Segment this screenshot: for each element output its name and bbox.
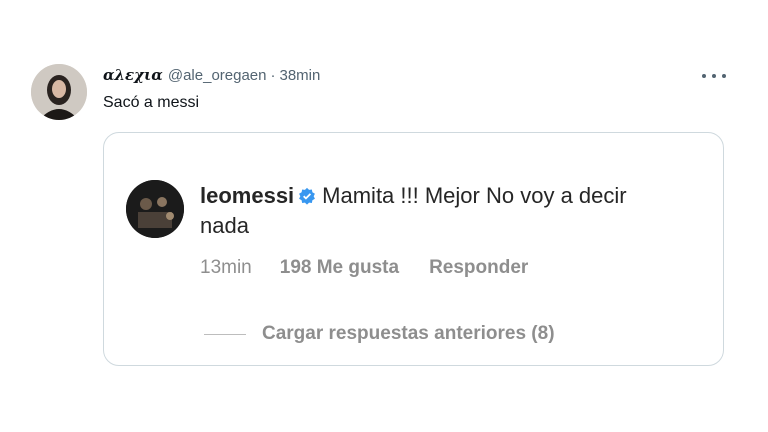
comment-meta: 13min 198 Me gusta Responder: [200, 257, 528, 279]
separator-dot: ·: [270, 67, 276, 84]
tweet: αλεχια @ale_oregaen · 38min Sacó a messi…: [0, 0, 768, 432]
divider-line: [204, 333, 246, 335]
display-name[interactable]: αλεχια: [103, 66, 163, 84]
comment-username[interactable]: leomessi: [200, 183, 294, 208]
commenter-avatar: [126, 180, 184, 238]
load-previous-replies[interactable]: Cargar respuestas anteriores (8): [204, 323, 555, 345]
embedded-screenshot[interactable]: leomessi Mamita !!! Mejor No voy a decir …: [103, 132, 724, 366]
reply-button[interactable]: Responder: [429, 257, 528, 279]
user-avatar[interactable]: [31, 64, 87, 120]
tweet-text: Sacó a messi: [103, 94, 200, 111]
tweet-timestamp[interactable]: 38min: [280, 67, 321, 84]
comment-time: 13min: [200, 257, 252, 278]
comment-likes[interactable]: 198 Me gusta: [280, 257, 399, 279]
user-handle[interactable]: @ale_oregaen: [168, 67, 267, 84]
load-more-label: Cargar respuestas anteriores (8): [262, 323, 555, 344]
tweet-header: αλεχια @ale_oregaen · 38min: [103, 66, 320, 84]
more-options-icon[interactable]: [702, 70, 726, 82]
verified-badge-icon: [299, 187, 316, 205]
comment: leomessi Mamita !!! Mejor No voy a decir …: [200, 181, 670, 241]
